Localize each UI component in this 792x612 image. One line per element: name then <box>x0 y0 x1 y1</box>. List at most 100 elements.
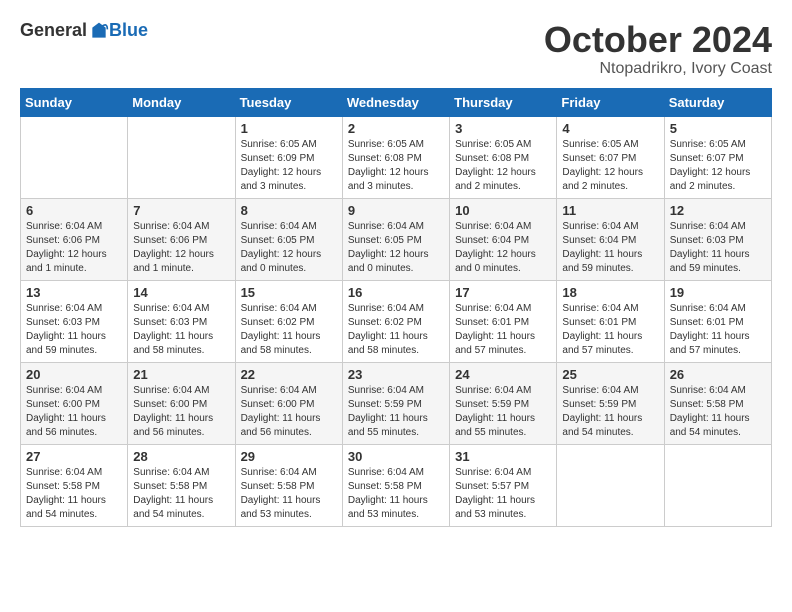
day-number: 19 <box>670 285 766 300</box>
calendar-day-cell: 11Sunrise: 6:04 AM Sunset: 6:04 PM Dayli… <box>557 198 664 280</box>
day-info: Sunrise: 6:05 AM Sunset: 6:07 PM Dayligh… <box>670 138 766 194</box>
calendar-day-cell: 5 Sunrise: 6:05 AM Sunset: 6:07 PM Daylig… <box>664 116 771 198</box>
day-info: Sunrise: 6:04 AM Sunset: 6:06 PM Dayligh… <box>133 220 229 276</box>
calendar-day-cell: 9Sunrise: 6:04 AM Sunset: 6:05 PM Daylig… <box>342 198 449 280</box>
calendar-day-cell: 13 Sunrise: 6:04 AM Sunset: 6:03 PM Dayli… <box>21 280 128 362</box>
day-number: 6 <box>26 203 122 218</box>
calendar-day-cell: 19 Sunrise: 6:04 AM Sunset: 6:01 PM Dayli… <box>664 280 771 362</box>
calendar-day-cell: 6 Sunrise: 6:04 AM Sunset: 6:06 PM Daylig… <box>21 198 128 280</box>
calendar-week-row: 27 Sunrise: 6:04 AM Sunset: 5:58 PM Dayli… <box>21 444 772 526</box>
day-info: Sunrise: 6:04 AM Sunset: 5:59 PM Dayligh… <box>562 384 658 440</box>
day-info: Sunrise: 6:04 AM Sunset: 6:00 PM Dayligh… <box>26 384 122 440</box>
calendar-day-cell: 7 Sunrise: 6:04 AM Sunset: 6:06 PM Daylig… <box>128 198 235 280</box>
day-number: 7 <box>133 203 229 218</box>
calendar-day-cell <box>128 116 235 198</box>
day-info: Sunrise: 6:04 AM Sunset: 5:58 PM Dayligh… <box>670 384 766 440</box>
calendar-day-cell: 23 Sunrise: 6:04 AM Sunset: 5:59 PM Dayli… <box>342 362 449 444</box>
weekday-header: Sunday <box>21 88 128 116</box>
day-number: 3 <box>455 121 551 136</box>
day-number: 8 <box>241 203 337 218</box>
day-number: 9 <box>348 203 444 218</box>
day-number: 2 <box>348 121 444 136</box>
day-info: Sunrise: 6:04 AM Sunset: 5:59 PM Dayligh… <box>348 384 444 440</box>
day-number: 27 <box>26 449 122 464</box>
logo-blue-text: Blue <box>109 20 148 41</box>
day-number: 15 <box>241 285 337 300</box>
day-info: Sunrise: 6:04 AM Sunset: 6:06 PM Dayligh… <box>26 220 122 276</box>
day-info: Sunrise: 6:04 AM Sunset: 5:57 PM Dayligh… <box>455 466 551 522</box>
day-number: 12 <box>670 203 766 218</box>
day-info: Sunrise: 6:05 AM Sunset: 6:07 PM Dayligh… <box>562 138 658 194</box>
day-info: Sunrise: 6:04 AM Sunset: 6:02 PM Dayligh… <box>241 302 337 358</box>
calendar-header-row: SundayMondayTuesdayWednesdayThursdayFrid… <box>21 88 772 116</box>
day-info: Sunrise: 6:05 AM Sunset: 6:09 PM Dayligh… <box>241 138 337 194</box>
day-info: Sunrise: 6:05 AM Sunset: 6:08 PM Dayligh… <box>455 138 551 194</box>
calendar-day-cell <box>557 444 664 526</box>
calendar-table: SundayMondayTuesdayWednesdayThursdayFrid… <box>20 88 772 527</box>
day-number: 26 <box>670 367 766 382</box>
day-info: Sunrise: 6:04 AM Sunset: 5:58 PM Dayligh… <box>26 466 122 522</box>
day-info: Sunrise: 6:04 AM Sunset: 6:01 PM Dayligh… <box>670 302 766 358</box>
calendar-week-row: 6 Sunrise: 6:04 AM Sunset: 6:06 PM Daylig… <box>21 198 772 280</box>
day-number: 11 <box>562 203 658 218</box>
day-number: 25 <box>562 367 658 382</box>
day-info: Sunrise: 6:04 AM Sunset: 6:05 PM Dayligh… <box>241 220 337 276</box>
day-info: Sunrise: 6:04 AM Sunset: 6:00 PM Dayligh… <box>241 384 337 440</box>
calendar-day-cell: 28Sunrise: 6:04 AM Sunset: 5:58 PM Dayli… <box>128 444 235 526</box>
logo-general-text: General <box>20 20 87 41</box>
calendar-day-cell: 22 Sunrise: 6:04 AM Sunset: 6:00 PM Dayli… <box>235 362 342 444</box>
day-number: 4 <box>562 121 658 136</box>
day-number: 31 <box>455 449 551 464</box>
calendar-day-cell: 12Sunrise: 6:04 AM Sunset: 6:03 PM Dayli… <box>664 198 771 280</box>
calendar-day-cell: 21Sunrise: 6:04 AM Sunset: 6:00 PM Dayli… <box>128 362 235 444</box>
day-info: Sunrise: 6:04 AM Sunset: 5:58 PM Dayligh… <box>241 466 337 522</box>
day-info: Sunrise: 6:04 AM Sunset: 6:04 PM Dayligh… <box>455 220 551 276</box>
calendar-day-cell: 17 Sunrise: 6:04 AM Sunset: 6:01 PM Dayli… <box>450 280 557 362</box>
weekday-header: Wednesday <box>342 88 449 116</box>
calendar-day-cell: 14Sunrise: 6:04 AM Sunset: 6:03 PM Dayli… <box>128 280 235 362</box>
calendar-week-row: 1 Sunrise: 6:05 AM Sunset: 6:09 PM Daylig… <box>21 116 772 198</box>
day-number: 1 <box>241 121 337 136</box>
day-number: 18 <box>562 285 658 300</box>
calendar-week-row: 20Sunrise: 6:04 AM Sunset: 6:00 PM Dayli… <box>21 362 772 444</box>
calendar-day-cell: 3 Sunrise: 6:05 AM Sunset: 6:08 PM Daylig… <box>450 116 557 198</box>
calendar-day-cell: 27 Sunrise: 6:04 AM Sunset: 5:58 PM Dayli… <box>21 444 128 526</box>
day-number: 28 <box>133 449 229 464</box>
calendar-day-cell: 16 Sunrise: 6:04 AM Sunset: 6:02 PM Dayli… <box>342 280 449 362</box>
day-number: 23 <box>348 367 444 382</box>
calendar-day-cell <box>664 444 771 526</box>
day-info: Sunrise: 6:04 AM Sunset: 6:01 PM Dayligh… <box>455 302 551 358</box>
logo: General Blue <box>20 20 148 41</box>
weekday-header: Friday <box>557 88 664 116</box>
day-info: Sunrise: 6:04 AM Sunset: 6:02 PM Dayligh… <box>348 302 444 358</box>
calendar-day-cell: 15 Sunrise: 6:04 AM Sunset: 6:02 PM Dayli… <box>235 280 342 362</box>
weekday-header: Saturday <box>664 88 771 116</box>
day-info: Sunrise: 6:04 AM Sunset: 6:01 PM Dayligh… <box>562 302 658 358</box>
calendar-day-cell: 2 Sunrise: 6:05 AM Sunset: 6:08 PM Daylig… <box>342 116 449 198</box>
calendar-week-row: 13 Sunrise: 6:04 AM Sunset: 6:03 PM Dayli… <box>21 280 772 362</box>
day-info: Sunrise: 6:04 AM Sunset: 6:03 PM Dayligh… <box>133 302 229 358</box>
calendar-day-cell: 1 Sunrise: 6:05 AM Sunset: 6:09 PM Daylig… <box>235 116 342 198</box>
day-number: 13 <box>26 285 122 300</box>
calendar-day-cell: 31 Sunrise: 6:04 AM Sunset: 5:57 PM Dayli… <box>450 444 557 526</box>
day-number: 22 <box>241 367 337 382</box>
calendar-day-cell: 24Sunrise: 6:04 AM Sunset: 5:59 PM Dayli… <box>450 362 557 444</box>
day-number: 24 <box>455 367 551 382</box>
day-number: 17 <box>455 285 551 300</box>
calendar-day-cell: 30Sunrise: 6:04 AM Sunset: 5:58 PM Dayli… <box>342 444 449 526</box>
calendar-day-cell: 18 Sunrise: 6:04 AM Sunset: 6:01 PM Dayli… <box>557 280 664 362</box>
page-header: General Blue October 2024 Ntopadrikro, I… <box>20 20 772 78</box>
day-info: Sunrise: 6:05 AM Sunset: 6:08 PM Dayligh… <box>348 138 444 194</box>
weekday-header: Thursday <box>450 88 557 116</box>
calendar-day-cell: 26 Sunrise: 6:04 AM Sunset: 5:58 PM Dayli… <box>664 362 771 444</box>
day-number: 16 <box>348 285 444 300</box>
calendar-day-cell <box>21 116 128 198</box>
day-number: 5 <box>670 121 766 136</box>
day-number: 30 <box>348 449 444 464</box>
location: Ntopadrikro, Ivory Coast <box>544 60 772 78</box>
calendar-day-cell: 20Sunrise: 6:04 AM Sunset: 6:00 PM Dayli… <box>21 362 128 444</box>
day-info: Sunrise: 6:04 AM Sunset: 6:03 PM Dayligh… <box>26 302 122 358</box>
calendar-day-cell: 25 Sunrise: 6:04 AM Sunset: 5:59 PM Dayli… <box>557 362 664 444</box>
logo-icon <box>89 21 109 41</box>
day-number: 29 <box>241 449 337 464</box>
